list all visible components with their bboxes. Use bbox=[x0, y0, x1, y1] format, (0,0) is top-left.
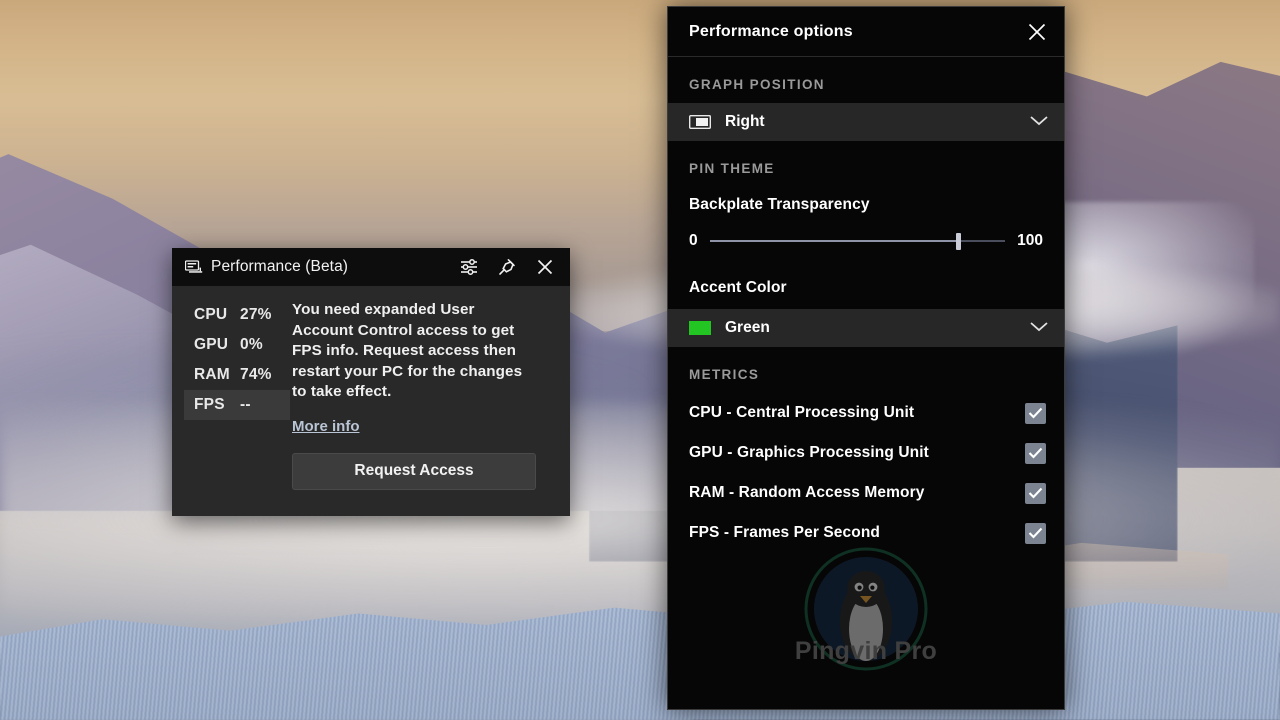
graph-position-dropdown[interactable]: Right bbox=[668, 103, 1064, 141]
checkmark-icon bbox=[1028, 447, 1043, 459]
checkmark-icon bbox=[1028, 407, 1043, 419]
slider-max-label: 100 bbox=[1017, 232, 1043, 250]
metric-row-cpu[interactable]: CPU 27% bbox=[184, 300, 290, 330]
metric-toggle-label-fps: FPS - Frames Per Second bbox=[689, 524, 1025, 542]
metric-row-ram[interactable]: RAM 74% bbox=[184, 360, 290, 390]
slider-thumb[interactable] bbox=[956, 233, 961, 250]
metric-toggle-gpu[interactable]: GPU - Graphics Processing Unit bbox=[668, 433, 1064, 473]
close-icon[interactable] bbox=[1020, 15, 1054, 49]
metric-toggle-cpu[interactable]: CPU - Central Processing Unit bbox=[668, 393, 1064, 433]
performance-widget-body: CPU 27% GPU 0% RAM 74% FPS -- You need e… bbox=[172, 286, 570, 516]
slider-track-remainder bbox=[958, 240, 1005, 242]
watermark-text: Pingvin Pro bbox=[795, 637, 937, 666]
accent-color-swatch bbox=[689, 321, 711, 335]
slider-min-label: 0 bbox=[689, 232, 698, 250]
metric-value-ram: 74% bbox=[240, 366, 272, 384]
performance-widget-title: Performance (Beta) bbox=[211, 258, 446, 276]
options-panel-header: Performance options bbox=[668, 7, 1064, 57]
metric-value-fps: -- bbox=[240, 396, 251, 414]
graph-position-value: Right bbox=[725, 113, 1028, 131]
metric-value-gpu: 0% bbox=[240, 336, 263, 354]
backplate-transparency-label: Backplate Transparency bbox=[668, 187, 1064, 214]
pin-theme-section-label: PIN THEME bbox=[668, 141, 1064, 187]
metric-label-ram: RAM bbox=[194, 366, 240, 384]
metric-toggle-fps[interactable]: FPS - Frames Per Second bbox=[668, 513, 1064, 553]
performance-widget: Performance (Beta) bbox=[172, 248, 570, 516]
request-access-button[interactable]: Request Access bbox=[292, 453, 536, 490]
checkbox-cpu[interactable] bbox=[1025, 403, 1046, 424]
close-icon[interactable] bbox=[530, 252, 560, 282]
accent-color-value: Green bbox=[725, 319, 1028, 337]
performance-widget-titlebar: Performance (Beta) bbox=[172, 248, 570, 286]
metric-toggle-label-ram: RAM - Random Access Memory bbox=[689, 484, 1025, 502]
pin-icon[interactable] bbox=[492, 252, 522, 282]
uac-message-text: You need expanded User Account Control a… bbox=[292, 300, 536, 403]
metric-value-cpu: 27% bbox=[240, 306, 272, 324]
metric-label-fps: FPS bbox=[194, 396, 240, 414]
screen-root: Performance (Beta) bbox=[0, 0, 1280, 720]
performance-metrics-list: CPU 27% GPU 0% RAM 74% FPS -- bbox=[172, 300, 290, 516]
checkbox-ram[interactable] bbox=[1025, 483, 1046, 504]
checkbox-gpu[interactable] bbox=[1025, 443, 1046, 464]
sliders-icon[interactable] bbox=[454, 252, 484, 282]
graph-position-right-icon bbox=[689, 115, 711, 129]
backplate-transparency-slider[interactable] bbox=[710, 232, 1006, 250]
checkbox-fps[interactable] bbox=[1025, 523, 1046, 544]
performance-options-panel: Performance options GRAPH POSITION Right bbox=[667, 6, 1065, 710]
options-panel-title: Performance options bbox=[689, 23, 1020, 41]
accent-color-label: Accent Color bbox=[668, 270, 1064, 297]
graph-position-section-label: GRAPH POSITION bbox=[668, 57, 1064, 103]
metric-label-gpu: GPU bbox=[194, 336, 240, 354]
performance-monitor-icon bbox=[185, 260, 203, 274]
metric-toggle-label-cpu: CPU - Central Processing Unit bbox=[689, 404, 1025, 422]
chevron-down-icon bbox=[1028, 319, 1050, 338]
more-info-link[interactable]: More info bbox=[292, 418, 360, 435]
checkmark-icon bbox=[1028, 527, 1043, 539]
backplate-transparency-slider-row: 0 100 bbox=[668, 214, 1064, 250]
metric-label-cpu: CPU bbox=[194, 306, 240, 324]
metric-row-gpu[interactable]: GPU 0% bbox=[184, 330, 290, 360]
metrics-section-label: METRICS bbox=[668, 347, 1064, 393]
performance-message-area: You need expanded User Account Control a… bbox=[290, 300, 570, 516]
chevron-down-icon bbox=[1028, 113, 1050, 132]
metric-row-fps[interactable]: FPS -- bbox=[184, 390, 290, 420]
checkmark-icon bbox=[1028, 487, 1043, 499]
accent-color-dropdown[interactable]: Green bbox=[668, 309, 1064, 347]
metric-toggle-ram[interactable]: RAM - Random Access Memory bbox=[668, 473, 1064, 513]
metric-toggle-label-gpu: GPU - Graphics Processing Unit bbox=[689, 444, 1025, 462]
